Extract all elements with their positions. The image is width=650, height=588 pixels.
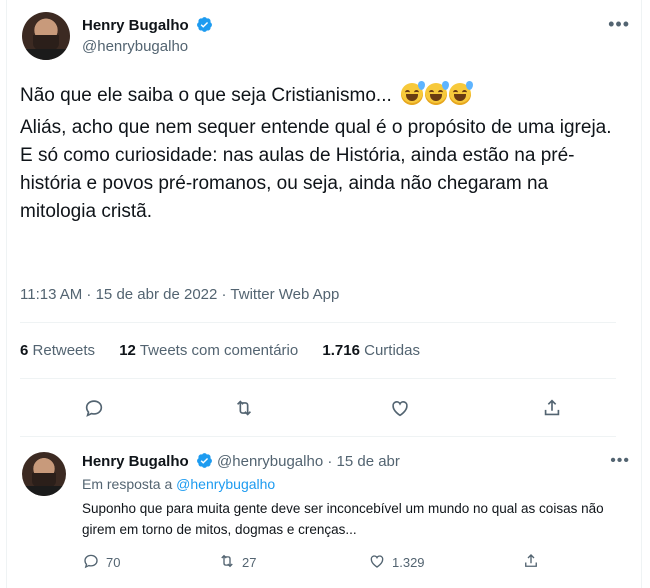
- share-icon[interactable]: [522, 552, 540, 573]
- more-options-icon[interactable]: •••: [610, 452, 630, 470]
- reply-reply-button[interactable]: 70: [82, 552, 120, 573]
- retweets-stat[interactable]: 6 Retweets: [20, 342, 95, 359]
- tweet-timestamp[interactable]: 11:13 AM · 15 de abr de 2022 · Twitter W…: [20, 286, 339, 303]
- share-icon[interactable]: [538, 394, 566, 422]
- avatar-shirt: [22, 49, 70, 60]
- retweet-icon[interactable]: [230, 394, 258, 422]
- retweets-count: 6: [20, 342, 29, 359]
- like-icon[interactable]: [386, 394, 414, 422]
- sweat-smile-emoji-icon: [449, 81, 474, 105]
- reply-header: Henry Bugalho @henrybugalho · 15 de abr: [82, 452, 400, 473]
- reply-retweet-button[interactable]: 27: [218, 552, 256, 573]
- reply-prefix: Em resposta a: [82, 476, 173, 492]
- divider: [20, 436, 616, 437]
- replies-count: 70: [106, 555, 121, 570]
- avatar[interactable]: [22, 452, 66, 496]
- reply-author-name[interactable]: Henry Bugalho: [82, 453, 189, 470]
- reply-share-button[interactable]: [522, 552, 540, 573]
- reply-actions-bar: 70 27 1.329: [82, 552, 622, 574]
- avatar-shirt: [22, 486, 66, 496]
- author-name[interactable]: Henry Bugalho: [82, 17, 189, 34]
- reply-likes-count: 1.329: [392, 555, 425, 570]
- likes-stat[interactable]: 1.716 Curtidas: [322, 342, 420, 359]
- reply-icon[interactable]: [80, 394, 108, 422]
- divider: [20, 378, 616, 379]
- reply-context: Em resposta a @henrybugalho: [82, 476, 275, 492]
- verified-badge-icon: [196, 16, 213, 38]
- reply-text: Suponho que para muita gente deve ser in…: [82, 501, 604, 537]
- reply-target-link[interactable]: @henrybugalho: [176, 476, 275, 492]
- sweat-smile-emoji-icon: [425, 81, 450, 105]
- author-handle[interactable]: @henrybugalho: [82, 38, 188, 55]
- avatar[interactable]: [22, 12, 70, 60]
- verified-badge-icon: [196, 452, 213, 473]
- quotes-stat[interactable]: 12 Tweets com comentário: [119, 342, 298, 359]
- tweet-actions-bar: [20, 394, 616, 422]
- quotes-count: 12: [119, 342, 136, 359]
- tweet-line-1: Não que ele saiba o que seja Cristianism…: [20, 85, 392, 106]
- quotes-label: Tweets com comentário: [139, 342, 299, 359]
- reply-author-handle[interactable]: @henrybugalho: [217, 453, 323, 470]
- likes-label: Curtidas: [364, 342, 420, 359]
- engagement-stats: 6 Retweets 12 Tweets com comentário 1.71…: [20, 342, 440, 359]
- reply-retweets-count: 27: [242, 555, 257, 570]
- likes-count: 1.716: [322, 342, 360, 359]
- tweet-line-3: E só como curiosidade: nas aulas de Hist…: [20, 145, 575, 222]
- tweet-text: Não que ele saiba o que seja Cristianism…: [20, 81, 620, 226]
- reply-like-button[interactable]: 1.329: [368, 552, 425, 573]
- like-icon[interactable]: [368, 552, 386, 573]
- reply-date[interactable]: · 15 de abr: [327, 453, 400, 470]
- more-options-icon[interactable]: •••: [608, 14, 630, 35]
- reply-icon[interactable]: [82, 552, 100, 573]
- retweets-label: Retweets: [32, 342, 96, 359]
- emoji-group: [401, 81, 474, 114]
- divider: [20, 322, 616, 323]
- sweat-smile-emoji-icon: [401, 81, 426, 105]
- retweet-icon[interactable]: [218, 552, 236, 573]
- tweet-line-2: Aliás, acho que nem sequer entende qual …: [20, 117, 612, 138]
- author-name-row[interactable]: Henry Bugalho: [82, 16, 213, 38]
